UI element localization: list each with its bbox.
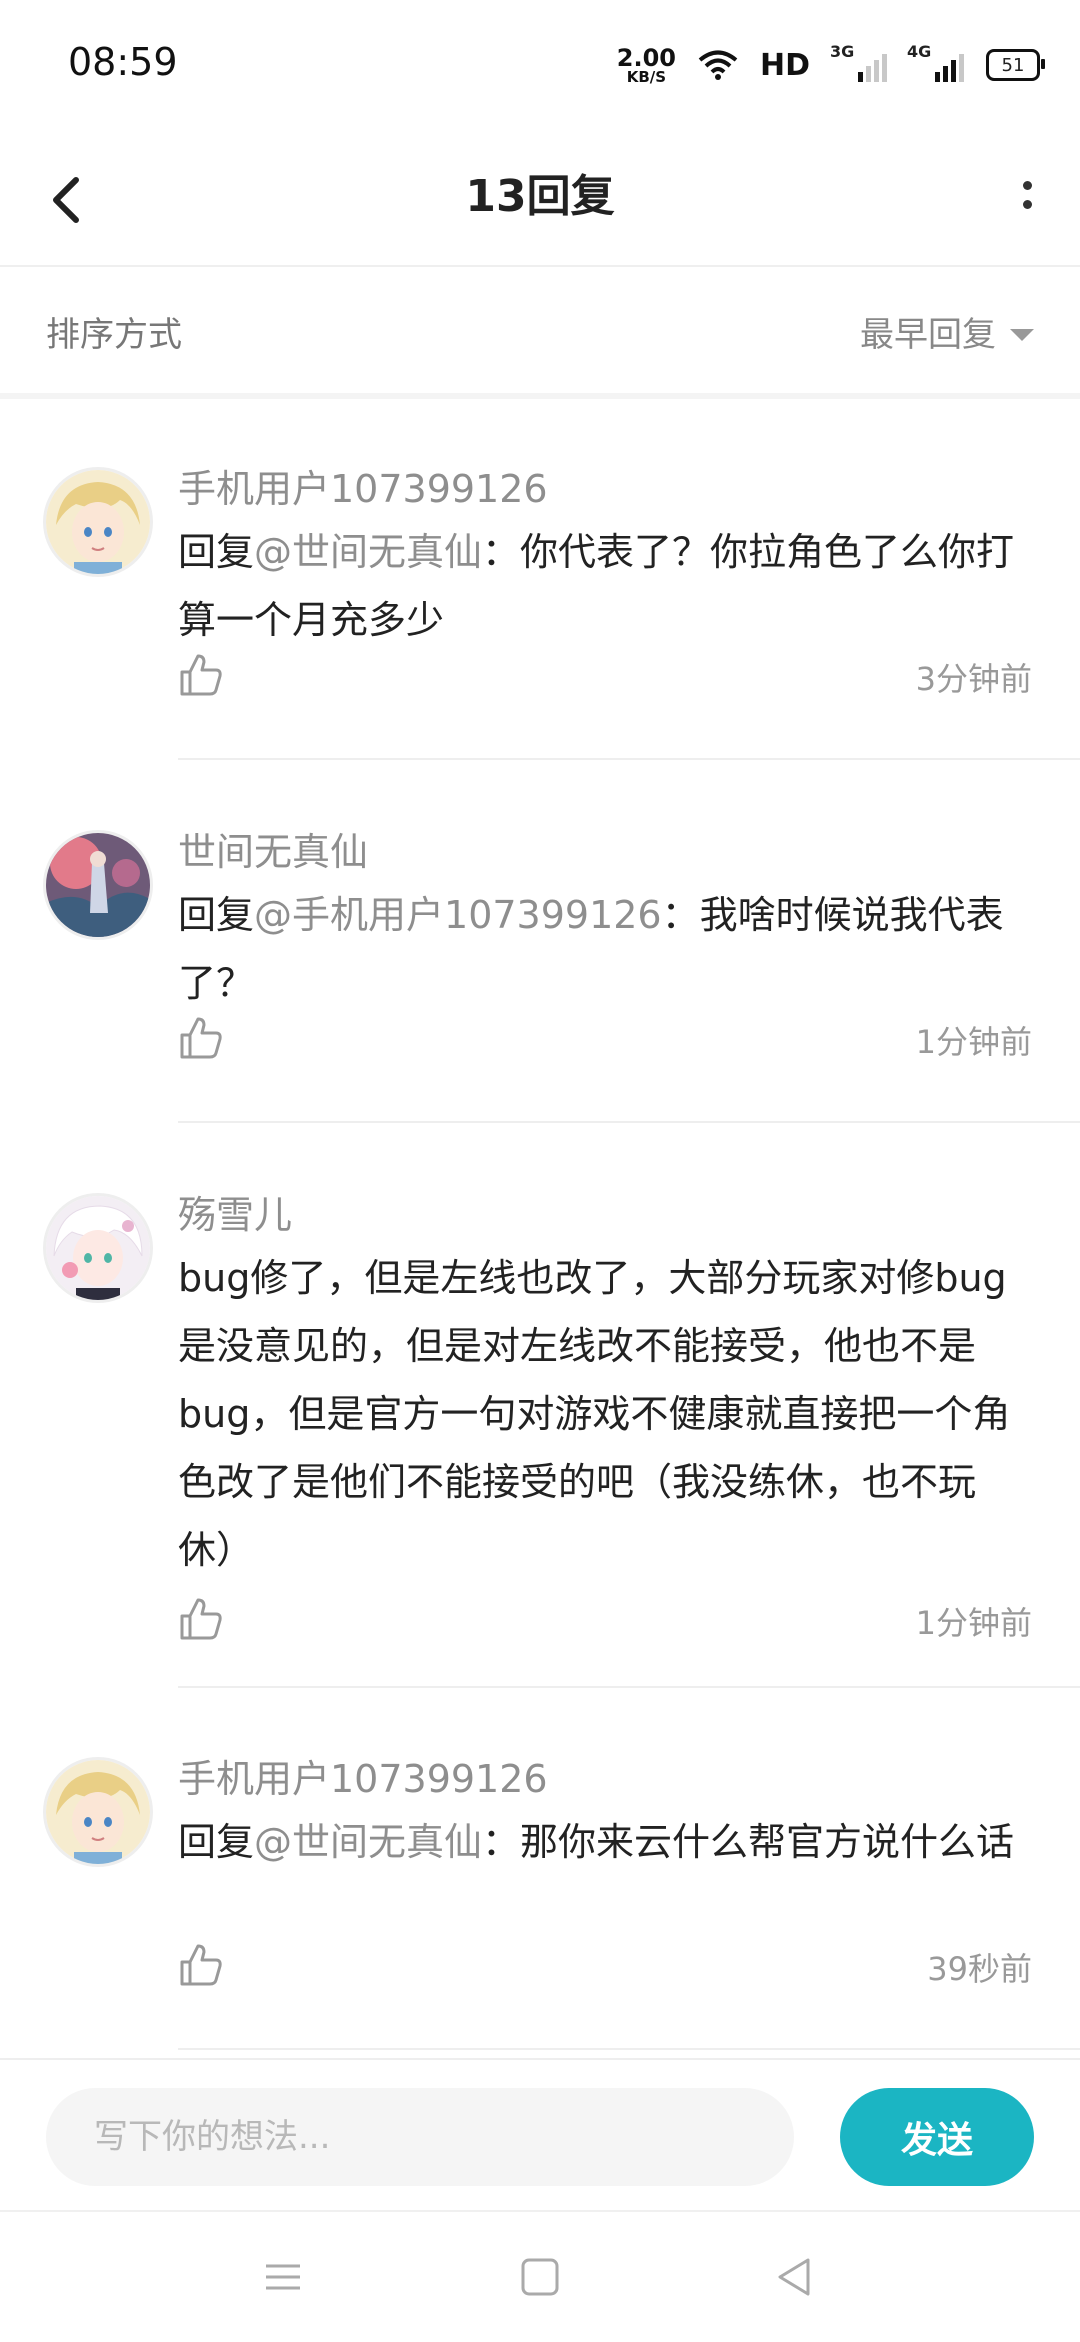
divider [0, 393, 1080, 399]
comment-time: 3分钟前 [915, 660, 1032, 698]
like-icon[interactable] [178, 1596, 224, 1642]
sort-label: 排序方式 [46, 315, 182, 355]
comment-username[interactable]: 手机用户107399126 [178, 458, 548, 513]
status-icons: 2.00 KB/S HD 3G 4G 51 [617, 40, 1045, 90]
reply-prefix: 回复 [178, 530, 255, 574]
back-nav-icon[interactable] [772, 2254, 818, 2300]
like-icon[interactable] [178, 1942, 224, 1988]
sort-value: 最早回复 [860, 315, 996, 355]
status-bar: 08:59 2.00 KB/S HD 3G 4G 51 [0, 0, 1080, 130]
network-speed-value: 2.00 [616, 43, 676, 72]
avatar[interactable] [46, 1196, 150, 1300]
divider [178, 2048, 1080, 2050]
divider [178, 1686, 1080, 1688]
system-nav-bar [0, 2210, 1080, 2342]
comment-time: 1分钟前 [915, 1023, 1032, 1061]
mention-link[interactable]: @手机用户107399126 [254, 893, 662, 937]
comment-username[interactable]: 殇雪儿 [178, 1184, 292, 1239]
page-title: 13回复 [465, 171, 615, 222]
reply-input[interactable] [46, 2088, 794, 2186]
more-options-icon[interactable] [1012, 160, 1042, 230]
comment-time: 39秒前 [927, 1950, 1032, 1988]
network-speed-unit: KB/S [626, 67, 667, 86]
network-speed: 2.00 KB/S [617, 46, 676, 85]
comment-body: ：那你来云什么帮官方说什么话 [482, 1820, 1015, 1864]
reply-prefix: 回复 [178, 893, 255, 937]
comment-text: bug修了，但是左线也改了，大部分玩家对修bug是没意见的，但是对左线改不能接受… [178, 1244, 1022, 1584]
comment-username[interactable]: 世间无真仙 [178, 821, 368, 876]
hd-label: HD [759, 47, 810, 83]
sim2-signal-icon: 4G [907, 42, 964, 82]
comment-text: 回复@手机用户107399126：我啥时候说我代表了？ [178, 881, 1022, 1017]
reply-prefix: 回复 [178, 1820, 255, 1864]
avatar[interactable] [46, 833, 150, 937]
comment-text: 回复@世间无真仙：你代表了？你拉角色了么你打算一个月充多少 [178, 518, 1022, 654]
caret-down-icon [1010, 328, 1034, 341]
sim2-label: 4G [907, 42, 932, 61]
like-icon[interactable] [178, 1015, 224, 1061]
header: 13回复 [0, 130, 1080, 267]
battery-level: 51 [1001, 54, 1025, 76]
sort-dropdown[interactable]: 最早回复 [860, 307, 1034, 356]
avatar[interactable] [46, 1760, 150, 1864]
mention-link[interactable]: @世间无真仙 [254, 530, 482, 574]
sim1-label: 3G [830, 42, 855, 61]
comment-text: 回复@世间无真仙：那你来云什么帮官方说什么话 [178, 1808, 1022, 1876]
divider [178, 1121, 1080, 1123]
send-button[interactable]: 发送 [840, 2088, 1034, 2186]
comment-body: bug修了，但是左线也改了，大部分玩家对修bug是没意见的，但是对左线改不能接受… [178, 1256, 1011, 1572]
sim1-signal-icon: 3G [830, 42, 887, 82]
divider [178, 758, 1080, 760]
home-icon[interactable] [517, 2254, 563, 2300]
reply-input-bar: 发送 [0, 2058, 1080, 2212]
battery-icon: 51 [986, 49, 1045, 81]
like-icon[interactable] [178, 652, 224, 698]
mention-link[interactable]: @世间无真仙 [254, 1820, 482, 1864]
wifi-icon [698, 50, 738, 80]
comment-time: 1分钟前 [915, 1604, 1032, 1642]
status-time: 08:59 [68, 40, 178, 84]
menu-icon[interactable] [260, 2254, 306, 2300]
comment-username[interactable]: 手机用户107399126 [178, 1748, 548, 1803]
avatar[interactable] [46, 470, 150, 574]
sort-bar: 排序方式 最早回复 [0, 267, 1080, 395]
